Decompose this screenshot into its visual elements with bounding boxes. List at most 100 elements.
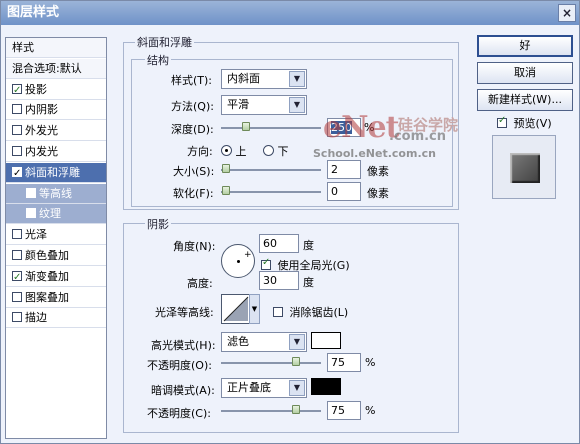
direction-label: 方向:	[187, 145, 213, 158]
radio-selected-icon	[221, 145, 232, 156]
style-list-item[interactable]: 颜色叠加	[6, 246, 106, 266]
depth-slider-thumb[interactable]	[242, 122, 250, 131]
checkbox-empty-icon[interactable]	[26, 208, 36, 219]
contour-curve-icon	[223, 296, 249, 322]
style-list-item[interactable]: 内阴影	[6, 100, 106, 121]
highlight-mode-label: 高光模式(H):	[151, 339, 216, 352]
altitude-label: 高度:	[187, 277, 213, 290]
depth-slider[interactable]	[221, 127, 321, 129]
shadow-opacity-unit: %	[365, 404, 376, 417]
shadow-opacity-thumb[interactable]	[292, 405, 300, 414]
style-list-item-label: 外发光	[25, 124, 58, 138]
shadow-mode-select[interactable]: 正片叠底 ▼	[221, 378, 307, 398]
watermark-url: School.eNet.com.cn	[313, 147, 436, 160]
antialias-checkbox[interactable]: 消除锯齿(L)	[273, 304, 348, 320]
soften-slider[interactable]	[221, 191, 321, 193]
style-list-item[interactable]: 投影	[6, 80, 106, 101]
cancel-button[interactable]: 取消	[477, 62, 573, 84]
style-list-item[interactable]: 纹理	[6, 204, 106, 225]
style-preview	[492, 135, 556, 199]
watermark-chinese: 硅谷学院	[398, 116, 459, 134]
checkbox-empty-icon[interactable]	[12, 146, 22, 156]
window-title: 图层样式	[7, 5, 60, 20]
highlight-mode-value: 滤色	[227, 335, 249, 348]
size-unit: 像素	[367, 165, 389, 178]
soften-label: 软化(F):	[173, 187, 214, 200]
chevron-down-icon[interactable]: ▼	[249, 294, 260, 324]
checkbox-checked-icon	[261, 257, 271, 270]
shading-title: 阴影	[145, 216, 171, 232]
close-button[interactable]: ×	[558, 4, 576, 22]
checkbox-empty-icon[interactable]	[26, 187, 36, 198]
style-list-item[interactable]: 混合选项:默认	[6, 58, 106, 79]
altitude-input[interactable]: 30	[259, 271, 299, 290]
style-list-item-label: 内发光	[25, 145, 58, 158]
soften-slider-thumb[interactable]	[222, 186, 230, 195]
checkbox-empty-icon	[273, 307, 283, 317]
checkbox-empty-icon[interactable]	[12, 312, 22, 323]
checkbox-checked-icon[interactable]	[12, 268, 22, 288]
direction-down-radio[interactable]: 下	[263, 143, 289, 159]
new-style-button[interactable]: 新建样式(W)...	[477, 89, 573, 111]
size-slider[interactable]	[221, 169, 321, 171]
style-list-item-label: 颜色叠加	[25, 249, 69, 262]
ok-button[interactable]: 好	[477, 35, 573, 57]
title-bar: 图层样式 ×	[1, 1, 579, 25]
watermark-logo: eNet	[323, 110, 399, 145]
style-list-item-label: 等高线	[39, 186, 72, 200]
preview-checkbox[interactable]: 预览(V)	[497, 115, 552, 131]
style-list-item[interactable]: 等高线	[6, 183, 106, 204]
style-list-item-label: 内阴影	[25, 103, 58, 117]
style-value: 内斜面	[227, 72, 260, 85]
soften-input[interactable]: 0	[327, 182, 361, 201]
shadow-mode-label: 暗调模式(A):	[151, 384, 215, 397]
highlight-opacity-input[interactable]: 75	[327, 353, 361, 372]
checkbox-empty-icon[interactable]	[12, 104, 22, 115]
angle-input[interactable]: 60	[259, 234, 299, 253]
checkbox-empty-icon[interactable]	[12, 229, 22, 240]
checkbox-checked-icon[interactable]	[12, 81, 22, 101]
shadow-opacity-input[interactable]: 75	[327, 401, 361, 420]
size-input[interactable]: 2	[327, 160, 361, 179]
highlight-opacity-slider[interactable]	[221, 362, 321, 364]
style-select[interactable]: 内斜面 ▼	[221, 69, 307, 89]
checkbox-empty-icon[interactable]	[12, 125, 22, 136]
style-list-item[interactable]: 外发光	[6, 121, 106, 142]
method-label: 方法(Q):	[171, 100, 214, 113]
style-list-item[interactable]: 斜面和浮雕	[6, 162, 106, 184]
direction-up-radio[interactable]: 上	[221, 143, 247, 159]
checkbox-empty-icon[interactable]	[12, 250, 22, 260]
style-list-item[interactable]: 样式	[6, 38, 106, 58]
style-list-item[interactable]: 渐变叠加	[6, 267, 106, 288]
style-list-item-label: 样式	[12, 41, 34, 54]
angle-dial[interactable]: +	[221, 244, 255, 278]
highlight-opacity-thumb[interactable]	[292, 357, 300, 366]
style-list-item[interactable]: 内发光	[6, 142, 106, 162]
size-label: 大小(S):	[173, 165, 215, 178]
size-slider-thumb[interactable]	[222, 164, 230, 173]
highlight-mode-select[interactable]: 滤色 ▼	[221, 332, 307, 352]
checkbox-checked-icon	[497, 115, 507, 128]
checkbox-checked-icon[interactable]	[12, 164, 22, 184]
highlight-color-swatch[interactable]	[311, 332, 341, 349]
style-list-item-label: 渐变叠加	[25, 269, 69, 283]
shadow-color-swatch[interactable]	[311, 378, 341, 395]
checkbox-empty-icon[interactable]	[12, 291, 22, 302]
method-select[interactable]: 平滑 ▼	[221, 95, 307, 115]
style-list-item-label: 混合选项:默认	[12, 61, 82, 75]
preview-label: 预览(V)	[513, 117, 552, 130]
soften-unit: 像素	[367, 187, 389, 200]
style-list-item[interactable]: 图案叠加	[6, 288, 106, 308]
chevron-down-icon: ▼	[289, 380, 305, 396]
highlight-opacity-unit: %	[365, 356, 376, 369]
depth-label: 深度(D):	[171, 123, 214, 136]
shadow-opacity-slider[interactable]	[221, 410, 321, 412]
style-list-item[interactable]: 光泽	[6, 225, 106, 246]
shadow-mode-value: 正片叠底	[227, 381, 271, 394]
style-list-item[interactable]: 描边	[6, 308, 106, 329]
chevron-down-icon: ▼	[289, 334, 305, 350]
angle-unit: 度	[303, 239, 314, 252]
method-value: 平滑	[227, 98, 249, 111]
altitude-unit: 度	[303, 276, 314, 289]
layer-style-dialog: 图层样式 × 样式混合选项:默认投影内阴影外发光内发光斜面和浮雕等高线纹理光泽颜…	[0, 0, 580, 444]
